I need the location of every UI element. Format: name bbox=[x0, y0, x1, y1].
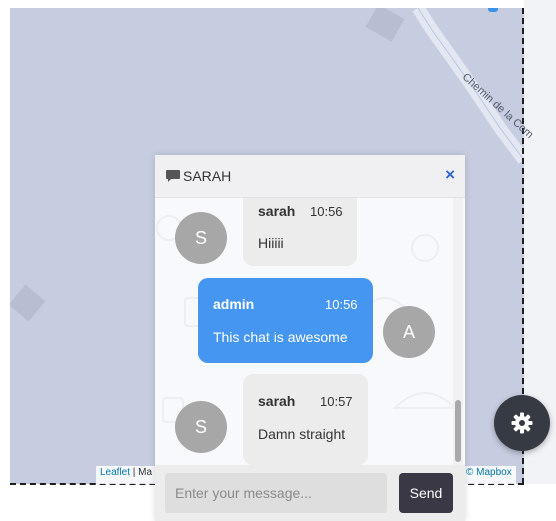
send-button[interactable]: Send bbox=[399, 473, 453, 513]
settings-button[interactable] bbox=[494, 395, 550, 451]
message-text: Damn straight bbox=[258, 426, 346, 442]
message-text: Hiiiii bbox=[258, 235, 284, 251]
message-time: 10:56 bbox=[310, 204, 343, 219]
gear-icon bbox=[511, 412, 533, 434]
chat-bubble-icon bbox=[166, 170, 180, 182]
chat-title: SARAH bbox=[183, 168, 232, 184]
avatar: S bbox=[175, 401, 227, 453]
map-top-edge bbox=[0, 0, 556, 8]
avatar: A bbox=[383, 306, 435, 358]
scrollbar-thumb[interactable] bbox=[455, 400, 461, 462]
message-author: sarah bbox=[258, 393, 296, 409]
message-bubble: sarah 10:57 Damn straight bbox=[243, 374, 368, 465]
leaflet-link[interactable]: Leaflet bbox=[100, 467, 130, 478]
message-text: This chat is awesome bbox=[213, 329, 348, 345]
close-icon[interactable]: × bbox=[445, 165, 455, 185]
attribution-rest: | Ma bbox=[130, 467, 153, 478]
message-list[interactable]: S sarah 10:56 Hiiiii admin 10:56 This ch… bbox=[155, 198, 465, 465]
message-bubble: sarah 10:56 Hiiiii bbox=[243, 198, 357, 266]
map-left-edge bbox=[0, 0, 10, 521]
chat-window: SARAH × S sarah 10:56 Hiiiii admin 10:56… bbox=[155, 155, 465, 521]
message-bubble: admin 10:56 This chat is awesome bbox=[198, 278, 373, 363]
message-time: 10:56 bbox=[325, 297, 358, 312]
message-input[interactable] bbox=[165, 473, 387, 513]
chat-header: SARAH × bbox=[155, 155, 465, 198]
message-composer: Send bbox=[155, 465, 465, 521]
message-author: sarah bbox=[258, 203, 296, 219]
avatar: S bbox=[175, 212, 227, 264]
message-author: admin bbox=[213, 296, 255, 312]
map-attribution-left: Leaflet | Ma bbox=[96, 466, 157, 484]
message-time: 10:57 bbox=[320, 394, 353, 409]
mapbox-attribution-link[interactable]: © Mapbox bbox=[462, 466, 516, 484]
